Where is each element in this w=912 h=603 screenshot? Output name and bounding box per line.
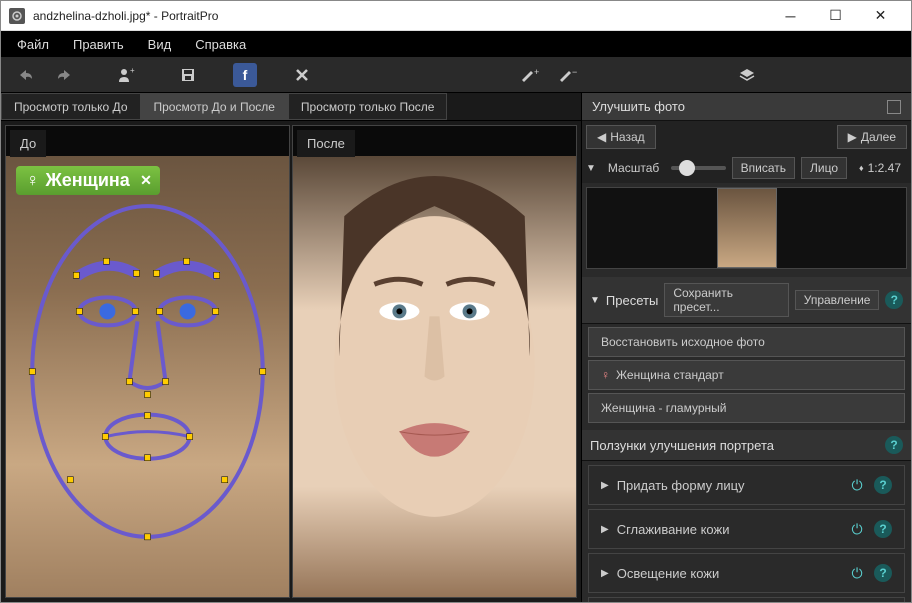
gender-tag-close[interactable]: ✕ xyxy=(140,172,152,189)
manage-presets-button[interactable]: Управление xyxy=(795,290,880,310)
slider-skin-lighting[interactable]: ▶Освещение кожи⏻? xyxy=(588,553,905,593)
preset-woman-glamour[interactable]: Женщина - гламурный xyxy=(588,393,905,423)
chevron-down-icon[interactable]: ▼ xyxy=(586,163,596,174)
zoom-value[interactable]: ♦1:2.47 xyxy=(853,159,907,177)
preview-strip[interactable] xyxy=(586,187,907,269)
presets-label: Пресеты xyxy=(606,293,658,308)
popout-icon[interactable] xyxy=(887,100,901,114)
help-icon[interactable]: ? xyxy=(885,291,903,309)
save-button[interactable] xyxy=(171,61,205,89)
minimize-button[interactable]: ─ xyxy=(768,1,813,31)
zoom-label: Масштаб xyxy=(602,161,665,175)
zoom-fit-button[interactable]: Вписать xyxy=(732,157,795,179)
preset-restore-original[interactable]: Восстановить исходное фото xyxy=(588,327,905,357)
presets-header[interactable]: ▼ Пресеты Сохранить пресет... Управление… xyxy=(582,277,911,324)
facebook-button[interactable]: f xyxy=(233,63,257,87)
chevron-left-icon: ◀ xyxy=(597,130,606,144)
zoom-slider[interactable] xyxy=(671,166,725,170)
after-image[interactable] xyxy=(293,156,576,597)
help-icon[interactable]: ? xyxy=(874,564,892,582)
power-icon[interactable]: ⏻ xyxy=(848,564,866,582)
tab-before-only[interactable]: Просмотр только До xyxy=(1,93,141,120)
help-icon[interactable]: ? xyxy=(874,520,892,538)
face-outline-overlay xyxy=(6,156,289,597)
power-icon[interactable]: ⏻ xyxy=(848,476,866,494)
add-person-button[interactable]: + xyxy=(109,61,143,89)
enhance-header-label: Улучшить фото xyxy=(592,99,685,114)
svg-text:−: − xyxy=(572,67,577,77)
zoom-thumb[interactable] xyxy=(679,160,695,176)
after-image-panel: После xyxy=(292,125,577,598)
gender-tag[interactable]: ♀ Женщина ✕ xyxy=(16,166,160,195)
cancel-button[interactable] xyxy=(285,61,319,89)
after-face-illustration xyxy=(293,156,576,597)
layers-button[interactable] xyxy=(730,61,764,89)
chevron-right-icon: ▶ xyxy=(848,130,857,144)
svg-text:+: + xyxy=(534,67,539,77)
slider-skin-smoothing[interactable]: ▶Сглаживание кожи⏻? xyxy=(588,509,905,549)
save-preset-button[interactable]: Сохранить пресет... xyxy=(664,283,788,317)
next-button[interactable]: ▶Далее xyxy=(837,125,907,149)
slider-makeup[interactable]: ▶Макияж⏻? xyxy=(588,597,905,602)
preset-woman-standard[interactable]: ♀Женщина стандарт xyxy=(588,360,905,390)
view-tabs: Просмотр только До Просмотр До и После П… xyxy=(1,93,581,121)
zoom-face-button[interactable]: Лицо xyxy=(801,157,847,179)
titlebar: andzhelina-dzholi.jpg* - PortraitPro ─ ☐… xyxy=(1,1,911,31)
slider-face-shape[interactable]: ▶Придать форму лицу⏻? xyxy=(588,465,905,505)
before-label: До xyxy=(10,130,46,157)
tab-before-after[interactable]: Просмотр До и После xyxy=(141,93,288,120)
menu-view[interactable]: Вид xyxy=(136,33,184,56)
after-label: После xyxy=(297,130,355,157)
svg-text:+: + xyxy=(130,66,135,75)
redo-button[interactable] xyxy=(47,61,81,89)
toolbar: + f + − xyxy=(1,57,911,93)
help-icon[interactable]: ? xyxy=(885,436,903,454)
window-title: andzhelina-dzholi.jpg* - PortraitPro xyxy=(33,9,768,23)
brush-plus-button[interactable]: + xyxy=(512,61,546,89)
chevron-down-icon: ▼ xyxy=(590,295,600,306)
right-panel: Улучшить фото ◀Назад ▶Далее ▼ Масштаб Вп… xyxy=(581,93,911,602)
menu-help[interactable]: Справка xyxy=(183,33,258,56)
preview-thumbnail[interactable] xyxy=(717,188,777,268)
sliders-header: Ползунки улучшения портрета ? xyxy=(582,430,911,461)
menubar: Файл Править Вид Справка xyxy=(1,31,911,57)
help-icon[interactable]: ? xyxy=(874,476,892,494)
before-image[interactable] xyxy=(6,156,289,597)
undo-button[interactable] xyxy=(9,61,43,89)
app-icon xyxy=(9,8,25,24)
tab-after-only[interactable]: Просмотр только После xyxy=(288,93,448,120)
female-icon: ♀ xyxy=(601,368,610,382)
gender-label: Женщина xyxy=(46,170,130,191)
maximize-button[interactable]: ☐ xyxy=(813,1,858,31)
brush-minus-button[interactable]: − xyxy=(550,61,584,89)
female-icon: ♀ xyxy=(26,170,40,191)
back-button[interactable]: ◀Назад xyxy=(586,125,656,149)
sliders-label: Ползунки улучшения портрета xyxy=(590,438,774,453)
close-button[interactable]: ✕ xyxy=(858,1,903,31)
power-icon[interactable]: ⏻ xyxy=(848,520,866,538)
menu-file[interactable]: Файл xyxy=(5,33,61,56)
before-image-panel: До ♀ Женщина ✕ xyxy=(5,125,290,598)
enhance-header: Улучшить фото xyxy=(582,93,911,121)
menu-edit[interactable]: Править xyxy=(61,33,136,56)
